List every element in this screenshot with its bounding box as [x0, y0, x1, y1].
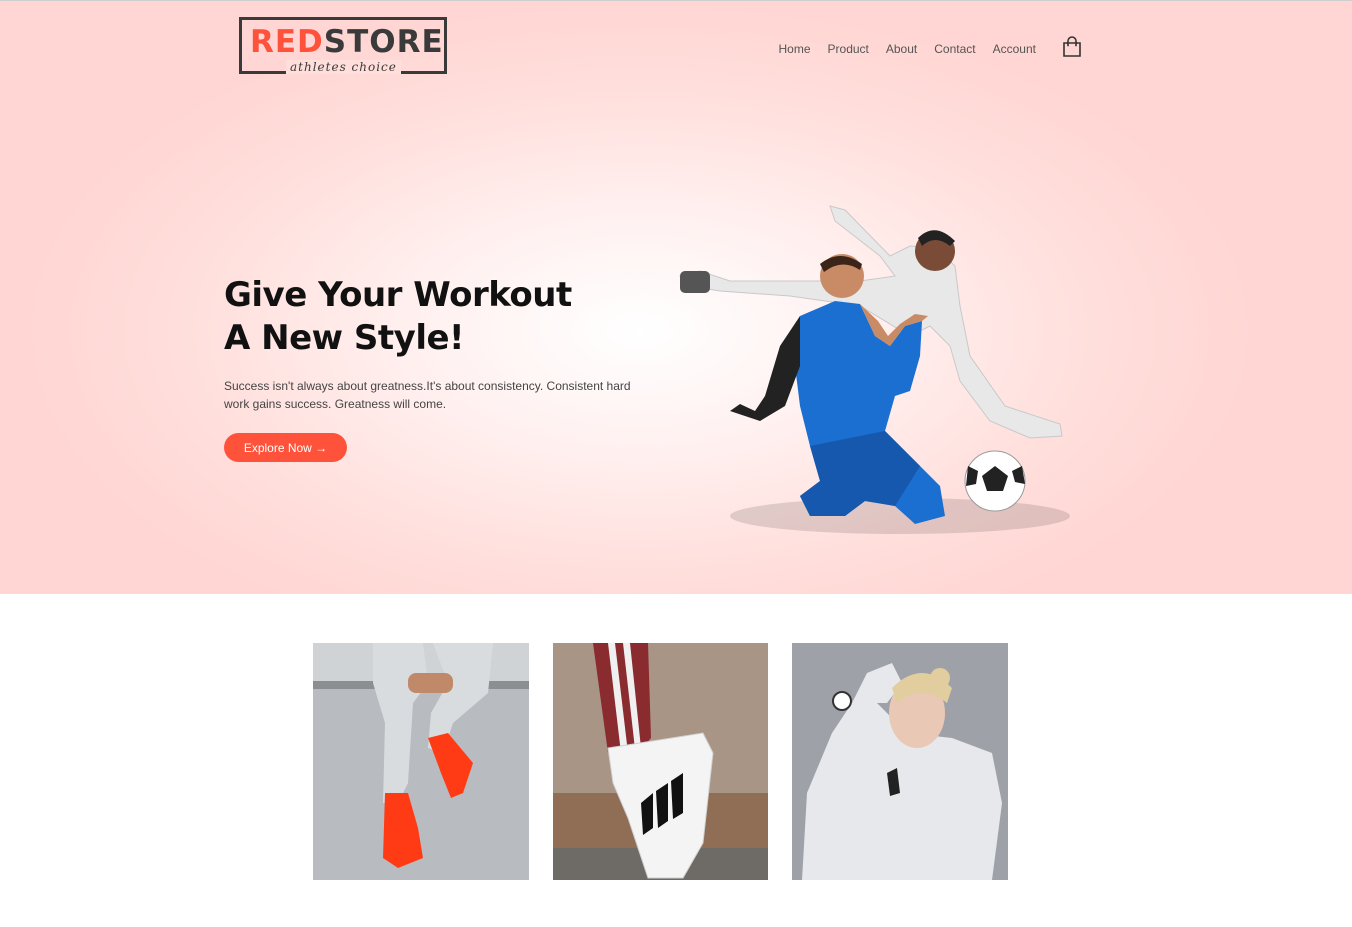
headline-line-1: Give Your Workout [224, 275, 572, 315]
nav-account[interactable]: Account [993, 41, 1036, 57]
shopping-bag-icon[interactable] [1062, 36, 1082, 58]
headline-line-2: A New Style! [224, 318, 465, 358]
category-red-sneakers[interactable] [313, 643, 529, 880]
category-athlete-hoodie[interactable] [792, 643, 1008, 880]
nav-contact[interactable]: Contact [934, 41, 975, 57]
hero-headline: Give Your Workout A New Style! [224, 274, 644, 360]
logo-dark-text: STORE [323, 24, 444, 60]
logo-red-text: RED [250, 24, 324, 60]
category-striped-sneaker[interactable] [553, 643, 768, 880]
red-sneakers-image [313, 643, 529, 880]
nav-home[interactable]: Home [779, 41, 811, 57]
nav-product[interactable]: Product [828, 41, 869, 57]
striped-sneaker-image [553, 643, 768, 880]
store-logo[interactable]: REDSTORE athletes choice [239, 17, 447, 74]
logo-wordmark: REDSTORE [250, 26, 444, 58]
soccer-players-image [660, 196, 1100, 546]
hero-section: REDSTORE athletes choice Home Product Ab… [0, 0, 1352, 594]
explore-now-button[interactable]: Explore Now → [224, 433, 347, 462]
athlete-hoodie-image [792, 643, 1008, 880]
hero-subtext: Success isn't always about greatness.It'… [224, 379, 631, 411]
nav-about[interactable]: About [886, 41, 917, 57]
main-nav: Home Product About Contact Account [770, 41, 1044, 57]
logo-tagline: athletes choice [286, 60, 401, 74]
